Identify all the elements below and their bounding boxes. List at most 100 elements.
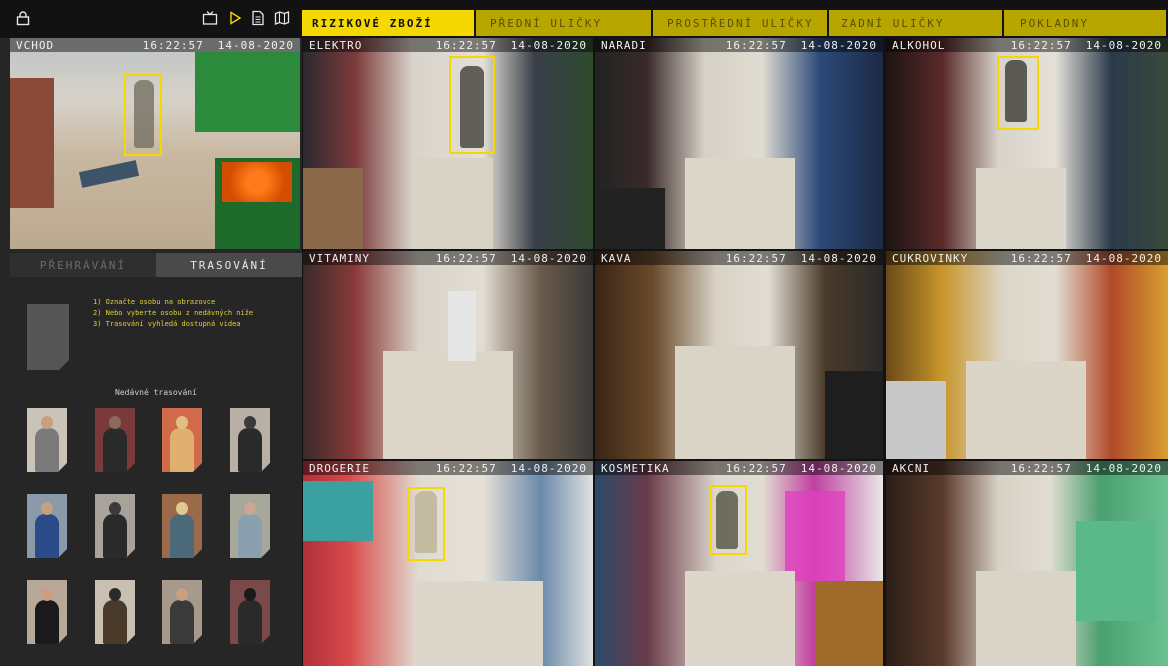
camera-name: KAVA bbox=[601, 251, 632, 265]
camera-time: 16:22:57 bbox=[435, 461, 497, 475]
recent-person-thumb[interactable] bbox=[27, 580, 67, 644]
recent-person-thumb[interactable] bbox=[162, 494, 202, 558]
camera-feed-detail bbox=[685, 571, 795, 666]
camera-time: 16:22:57 bbox=[725, 251, 787, 265]
camera-name: DROGERIE bbox=[309, 461, 370, 475]
instruction-line: 3) Trasování vyhledá dostupná videa bbox=[93, 320, 241, 328]
camera-date: 14-08-2020 bbox=[1085, 461, 1162, 475]
tab-zadni-ulicky[interactable]: ZADNÍ ULIČKY bbox=[829, 10, 1004, 36]
camera-header: VITAMINY 16:22:57 14-08-2020 bbox=[303, 251, 593, 265]
camera-feed-detail bbox=[976, 168, 1066, 249]
recent-person-thumb[interactable] bbox=[230, 580, 270, 644]
camera-header: ELEKTRO 16:22:57 14-08-2020 bbox=[303, 38, 593, 52]
camera-name: KOSMETIKA bbox=[601, 461, 670, 475]
tv-icon[interactable] bbox=[201, 9, 219, 27]
camera-alkohol[interactable]: ALKOHOL 16:22:57 14-08-2020 bbox=[886, 38, 1168, 249]
recent-person-thumb[interactable] bbox=[230, 408, 270, 472]
camera-header: KAVA 16:22:57 14-08-2020 bbox=[595, 251, 883, 265]
camera-feed-detail bbox=[966, 361, 1086, 459]
camera-time: 16:22:57 bbox=[435, 38, 497, 52]
app-root: RIZIKOVÉ ZBOŽÍ PŘEDNÍ ULIČKY PROSTŘEDNÍ … bbox=[0, 0, 1168, 666]
camera-drogerie[interactable]: DROGERIE 16:22:57 14-08-2020 bbox=[303, 461, 593, 666]
camera-time: 16:22:57 bbox=[725, 38, 787, 52]
map-icon[interactable] bbox=[273, 9, 291, 27]
tab-tracking[interactable]: TRASOVÁNÍ bbox=[156, 253, 302, 277]
camera-feed-detail bbox=[303, 168, 363, 249]
camera-cukrovinky[interactable]: CUKROVINKY 16:22:57 14-08-2020 bbox=[886, 251, 1168, 459]
camera-header: NARADI 16:22:57 14-08-2020 bbox=[595, 38, 883, 52]
camera-header: VCHOD 16:22:57 14-08-2020 bbox=[10, 38, 300, 52]
camera-akcni[interactable]: AKCNI 16:22:57 14-08-2020 bbox=[886, 461, 1168, 666]
recent-person-thumb[interactable] bbox=[162, 408, 202, 472]
camera-date: 14-08-2020 bbox=[800, 251, 877, 265]
tab-prostredni-ulicky[interactable]: PROSTŘEDNÍ ULIČKY bbox=[653, 10, 829, 36]
tracking-box[interactable] bbox=[407, 487, 445, 561]
tab-playback[interactable]: PŘEHRÁVÁNÍ bbox=[10, 253, 156, 277]
zone-tabs: RIZIKOVÉ ZBOŽÍ PŘEDNÍ ULIČKY PROSTŘEDNÍ … bbox=[302, 10, 1168, 36]
camera-name: AKCNI bbox=[892, 461, 931, 475]
recent-person-thumb[interactable] bbox=[95, 494, 135, 558]
camera-feed-detail bbox=[222, 162, 292, 202]
camera-date: 14-08-2020 bbox=[800, 38, 877, 52]
camera-naradi[interactable]: NARADI 16:22:57 14-08-2020 bbox=[595, 38, 883, 249]
recent-person-thumb[interactable] bbox=[27, 494, 67, 558]
camera-feed-detail bbox=[1076, 521, 1156, 621]
camera-time: 16:22:57 bbox=[1010, 38, 1072, 52]
camera-time: 16:22:57 bbox=[1010, 251, 1072, 265]
recent-person-thumb[interactable] bbox=[27, 408, 67, 472]
camera-time: 16:22:57 bbox=[142, 38, 204, 52]
camera-date: 14-08-2020 bbox=[510, 38, 587, 52]
camera-header: CUKROVINKY 16:22:57 14-08-2020 bbox=[886, 251, 1168, 265]
camera-date: 14-08-2020 bbox=[510, 461, 587, 475]
camera-feed-detail bbox=[195, 52, 300, 132]
recent-person-thumb[interactable] bbox=[95, 408, 135, 472]
lock-icon[interactable] bbox=[14, 9, 32, 27]
camera-date: 14-08-2020 bbox=[800, 461, 877, 475]
camera-kosmetika[interactable]: KOSMETIKA 16:22:57 14-08-2020 bbox=[595, 461, 883, 666]
camera-name: NARADI bbox=[601, 38, 647, 52]
camera-feed-detail bbox=[303, 481, 373, 541]
camera-feed-detail bbox=[886, 381, 946, 459]
tracking-box[interactable] bbox=[449, 56, 495, 154]
play-icon[interactable] bbox=[226, 9, 244, 27]
camera-header: AKCNI 16:22:57 14-08-2020 bbox=[886, 461, 1168, 475]
camera-feed-detail bbox=[785, 491, 845, 581]
tracking-box[interactable] bbox=[709, 485, 747, 555]
camera-date: 14-08-2020 bbox=[1085, 251, 1162, 265]
tab-rizikove-zbozi[interactable]: RIZIKOVÉ ZBOŽÍ bbox=[302, 10, 476, 36]
tracking-box[interactable] bbox=[997, 56, 1039, 130]
tab-pokladny[interactable]: POKLADNY bbox=[1004, 10, 1168, 36]
camera-feed-detail bbox=[815, 581, 883, 666]
mode-switcher: PŘEHRÁVÁNÍ TRASOVÁNÍ bbox=[10, 253, 302, 277]
recent-tracking-title: Nedávné trasování bbox=[115, 388, 197, 397]
camera-name: VITAMINY bbox=[309, 251, 370, 265]
recent-person-thumb[interactable] bbox=[95, 580, 135, 644]
camera-time: 16:22:57 bbox=[435, 251, 497, 265]
camera-vchod[interactable]: VCHOD 16:22:57 14-08-2020 bbox=[10, 38, 300, 249]
camera-feed-detail bbox=[825, 371, 883, 459]
top-toolbar bbox=[0, 0, 302, 38]
camera-feed-detail bbox=[10, 78, 54, 208]
tracking-instructions: 1) Označte osobu na obrazovce 2) Nebo vy… bbox=[93, 297, 253, 330]
camera-feed-detail bbox=[675, 346, 795, 459]
camera-date: 14-08-2020 bbox=[1085, 38, 1162, 52]
camera-vitaminy[interactable]: VITAMINY 16:22:57 14-08-2020 bbox=[303, 251, 593, 459]
person-placeholder[interactable] bbox=[27, 304, 69, 370]
camera-feed-detail bbox=[685, 158, 795, 249]
instruction-line: 1) Označte osobu na obrazovce bbox=[93, 298, 216, 306]
recent-person-thumb[interactable] bbox=[162, 580, 202, 644]
camera-feed-detail bbox=[383, 351, 513, 459]
camera-name: ALKOHOL bbox=[892, 38, 946, 52]
camera-feed-detail bbox=[413, 158, 493, 249]
recent-person-thumb[interactable] bbox=[230, 494, 270, 558]
camera-elektro[interactable]: ELEKTRO 16:22:57 14-08-2020 bbox=[303, 38, 593, 249]
camera-time: 16:22:57 bbox=[725, 461, 787, 475]
instruction-line: 2) Nebo vyberte osobu z nedávných níže bbox=[93, 309, 254, 317]
camera-feed-detail bbox=[595, 188, 665, 249]
tab-predni-ulicky[interactable]: PŘEDNÍ ULIČKY bbox=[476, 10, 653, 36]
camera-kava[interactable]: KAVA 16:22:57 14-08-2020 bbox=[595, 251, 883, 459]
camera-feed-detail bbox=[413, 581, 543, 666]
document-icon[interactable] bbox=[249, 9, 267, 27]
tracking-box[interactable] bbox=[124, 74, 162, 156]
camera-feed-detail bbox=[976, 571, 1076, 666]
